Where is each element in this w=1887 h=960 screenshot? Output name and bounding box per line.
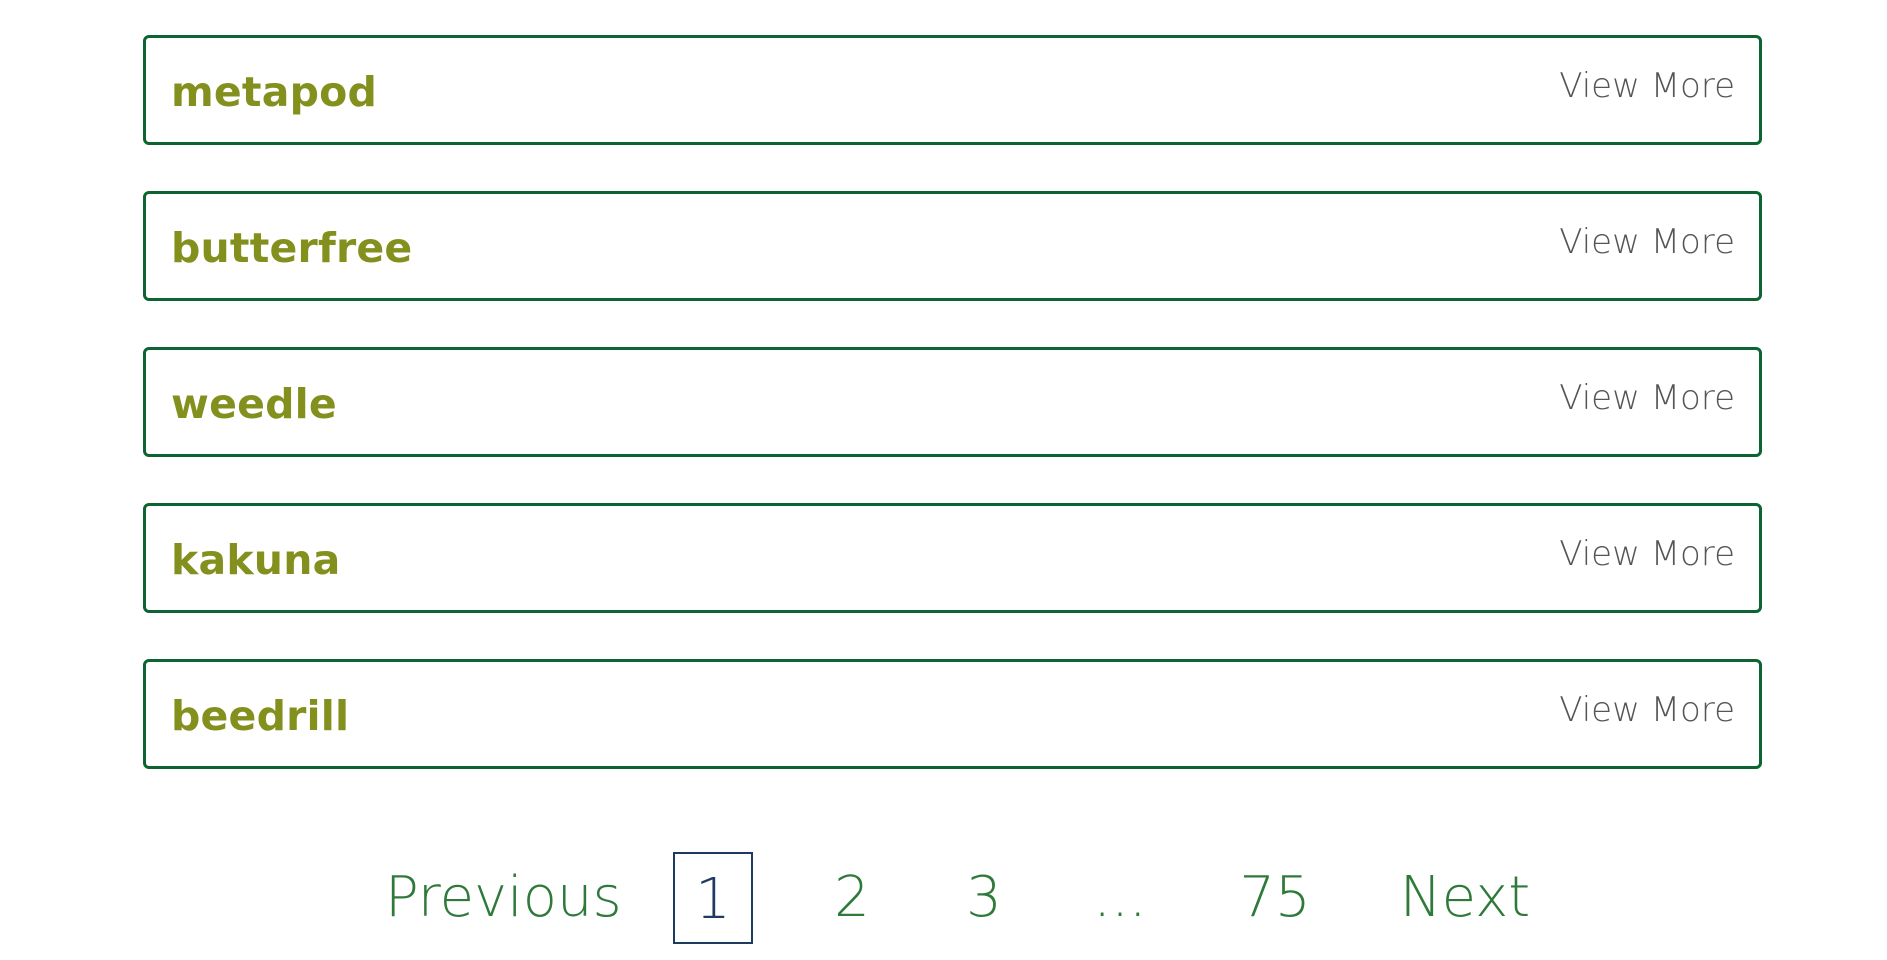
list-item[interactable]: butterfree View More (143, 191, 1762, 301)
page-button-1[interactable]: 1 (673, 852, 753, 944)
pagination-ellipsis: ... (1093, 865, 1147, 930)
page-button-last[interactable]: 75 (1225, 852, 1325, 944)
list-item[interactable]: beedrill View More (143, 659, 1762, 769)
page-button-3[interactable]: 3 (944, 852, 1024, 944)
view-more-link[interactable]: View More (1559, 690, 1735, 730)
item-name: weedle (171, 379, 337, 428)
list-item[interactable]: weedle View More (143, 347, 1762, 457)
next-page-button[interactable]: Next (1395, 852, 1535, 944)
view-more-link[interactable]: View More (1559, 66, 1735, 106)
pagination: Previous 1 2 3 ... 75 Next (0, 852, 1887, 944)
view-more-link[interactable]: View More (1559, 534, 1735, 574)
item-name: beedrill (171, 691, 350, 740)
item-name: metapod (171, 67, 378, 116)
view-more-link[interactable]: View More (1559, 378, 1735, 418)
item-name: kakuna (171, 535, 341, 584)
page-button-2[interactable]: 2 (812, 852, 892, 944)
list-item[interactable]: kakuna View More (143, 503, 1762, 613)
previous-page-button[interactable]: Previous (385, 852, 622, 944)
view-more-link[interactable]: View More (1559, 222, 1735, 262)
pokemon-list: metapod View More butterfree View More w… (143, 35, 1762, 815)
list-item[interactable]: metapod View More (143, 35, 1762, 145)
item-name: butterfree (171, 223, 413, 272)
